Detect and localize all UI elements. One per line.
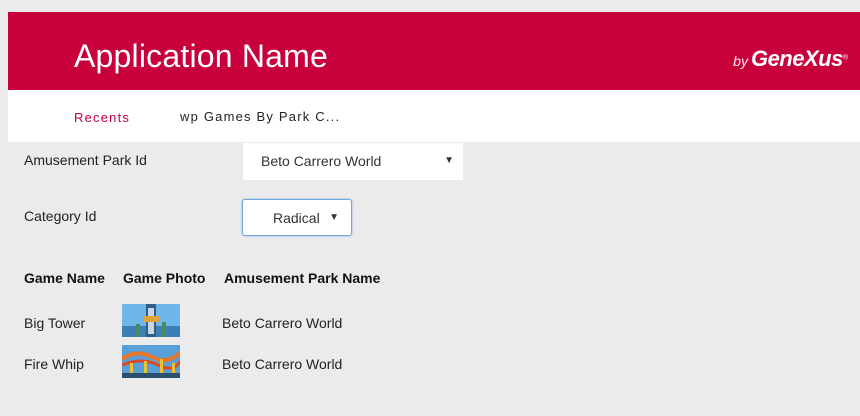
dropdown-arrow-icon: ▼ [444,155,454,166]
app-header: Application Name by GeneXus® [8,12,860,90]
game-name-cell: Big Tower [24,315,86,331]
fire-whip-photo-image [122,345,180,378]
big-tower-photo-image [122,304,180,337]
amusement-park-select[interactable]: Beto Carrero World ▼ [243,143,463,180]
registered-mark: ® [842,54,848,62]
dropdown-arrow-icon: ▼ [329,212,339,223]
column-header-game-name: Game Name [24,270,105,286]
app-title: Application Name [74,38,328,74]
column-header-park-name: Amusement Park Name [224,270,381,286]
column-header-game-photo: Game Photo [123,270,206,286]
genexus-logo: by GeneXus® [733,46,848,72]
park-name-cell: Beto Carrero World [222,315,343,331]
amusement-park-id-label: Amusement Park Id [24,152,147,168]
big-tower-photo [122,304,180,337]
category-select[interactable]: Radical ▼ [242,199,352,236]
category-selected-value: Radical [273,210,320,226]
amusement-park-selected-value: Beto Carrero World [261,153,382,169]
breadcrumb: Recents wp Games By Park C... [8,90,860,142]
brand-name-text: GeneXus [750,46,843,71]
brand-by-text: by [733,53,748,69]
breadcrumb-recents-link[interactable]: Recents [74,110,130,125]
game-name-cell: Fire Whip [24,356,84,372]
breadcrumb-current-page: wp Games By Park C... [180,109,341,124]
category-id-label: Category Id [24,208,97,224]
park-name-cell: Beto Carrero World [222,356,343,372]
fire-whip-photo [122,345,180,378]
